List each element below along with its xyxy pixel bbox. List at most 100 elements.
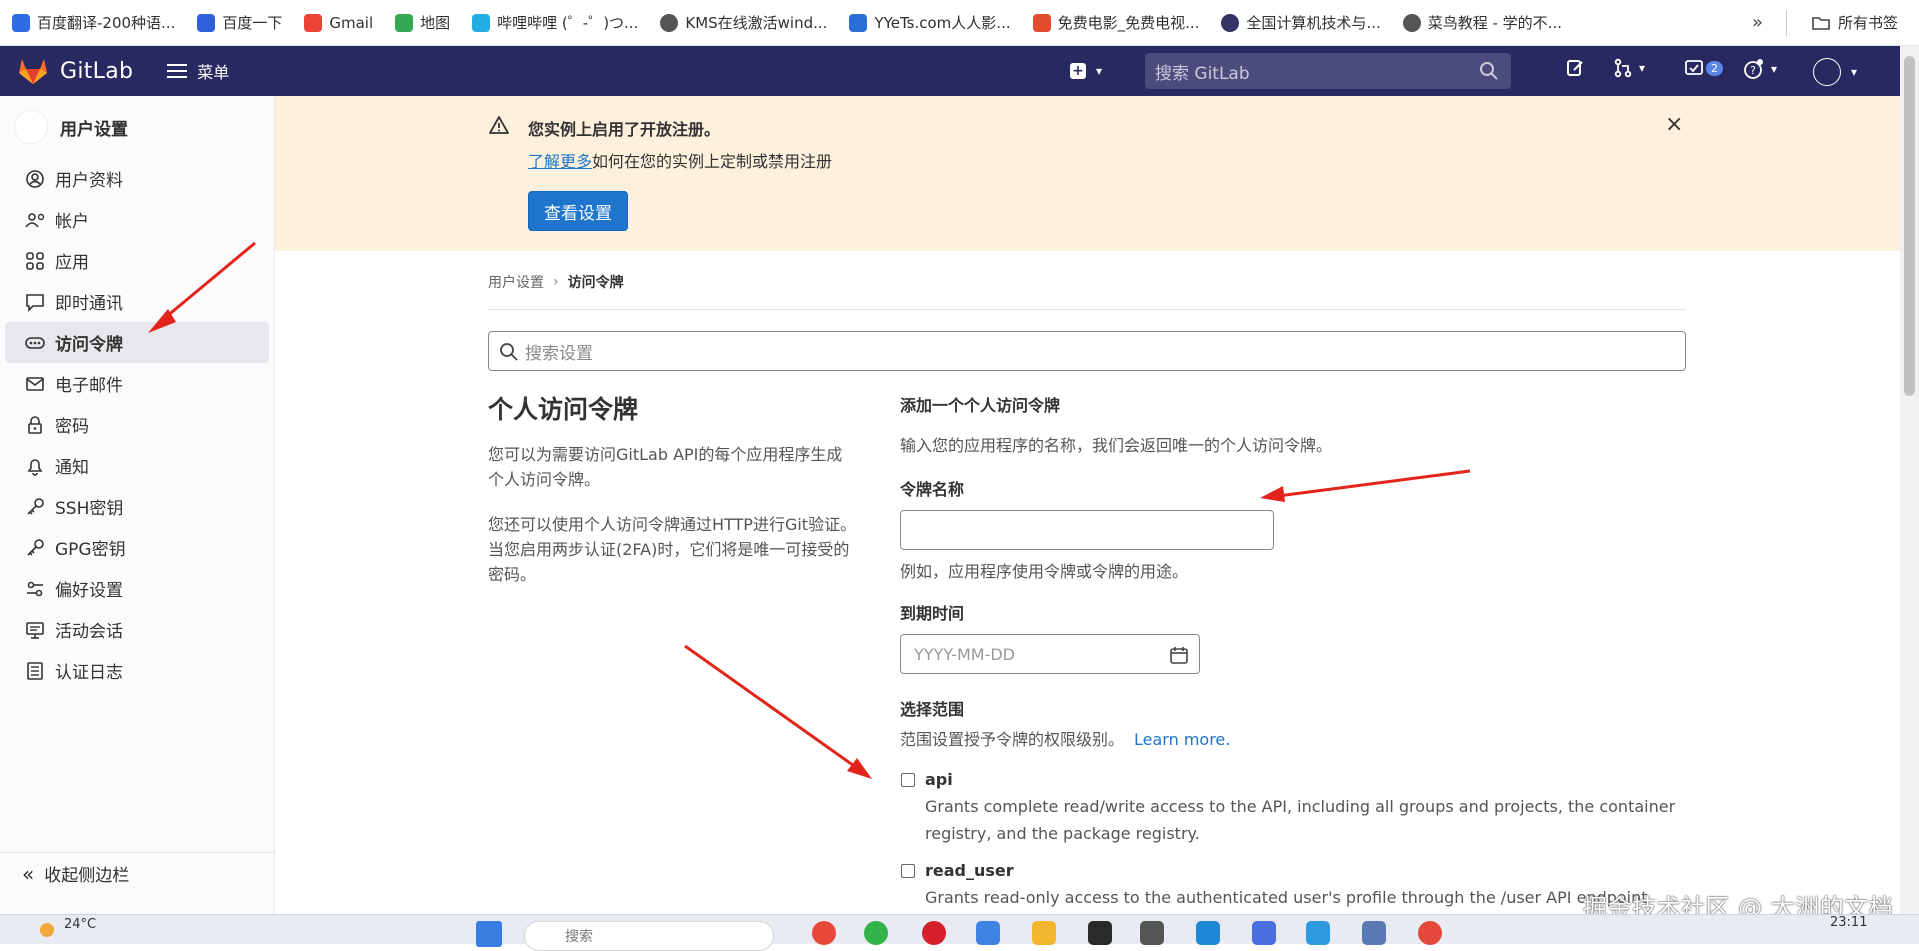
user-menu-button[interactable]: ▾ xyxy=(1813,58,1857,86)
sidebar-item-log[interactable]: 认证日志 xyxy=(5,650,269,691)
double-chevron-left-icon: « xyxy=(22,861,35,886)
scrollbar-thumb[interactable] xyxy=(1904,56,1915,396)
app-icon[interactable] xyxy=(1088,921,1112,945)
weather-temp[interactable]: 24°C xyxy=(64,917,96,932)
sidebar-item-chat[interactable]: 即时通讯 xyxy=(5,281,269,322)
view-settings-button[interactable]: 查看设置 xyxy=(528,191,628,231)
bookmark-item[interactable]: YYeTs.com人人影... xyxy=(849,12,1011,33)
paw-icon xyxy=(197,13,216,32)
bookmark-label: 哔哩哔哩 (゜-゜)つ... xyxy=(497,14,639,32)
sidebar-item-monitor[interactable]: 活动会话 xyxy=(5,609,269,650)
sidebar-item-lock[interactable]: 密码 xyxy=(5,404,269,445)
sidebar-item-account[interactable]: 帐户 xyxy=(5,199,269,240)
close-icon[interactable]: × xyxy=(1665,112,1683,137)
sidebar-item-label: 通知 xyxy=(55,458,89,478)
sidebar-item-token[interactable]: 访问令牌 xyxy=(5,322,269,363)
sidebar-header[interactable]: 用户设置 xyxy=(0,96,274,158)
clock[interactable]: 23:11 xyxy=(1830,915,1867,930)
merge-requests-button[interactable]: ▾ xyxy=(1613,58,1645,78)
bookmarks-bar: 百度翻译-200种语... 百度一下 Gmail 地图 哔哩哔哩 (゜-゜)つ... KM… xyxy=(0,0,1919,46)
sidebar-item-preferences[interactable]: 偏好设置 xyxy=(5,568,269,609)
sidebar-item-profile[interactable]: 用户资料 xyxy=(5,158,269,199)
scope-help: 范围设置授予令牌的权限级别。 Learn more. xyxy=(900,726,1700,750)
bookmark-item[interactable]: Gmail xyxy=(304,13,373,32)
folder-icon[interactable] xyxy=(1032,921,1056,945)
collapse-sidebar-button[interactable]: « 收起侧边栏 xyxy=(0,852,275,894)
bookmark-item[interactable]: 哔哩哔哩 (゜-゜)つ... xyxy=(472,12,638,33)
search-placeholder: 搜索 GitLab xyxy=(1155,63,1250,84)
sidebar-item-email[interactable]: 电子邮件 xyxy=(5,363,269,404)
app-icon[interactable] xyxy=(1252,921,1276,945)
todos-button[interactable]: 2 xyxy=(1684,58,1723,78)
bookmark-item[interactable]: 地图 xyxy=(395,12,450,33)
browser-icon[interactable] xyxy=(976,921,1000,945)
sidebar-item-label: SSH密钥 xyxy=(55,499,124,519)
chevron-down-icon: ▾ xyxy=(1639,61,1646,75)
help-button[interactable]: ? ▾ xyxy=(1743,58,1777,80)
gitlab-fox-icon xyxy=(19,59,47,84)
scope-checkbox[interactable] xyxy=(901,864,915,878)
sidebar-item-applications[interactable]: 应用 xyxy=(5,240,269,281)
learn-more-link[interactable]: 了解更多 xyxy=(528,152,592,171)
calendar-icon[interactable] xyxy=(1169,645,1189,665)
global-search-input[interactable]: 搜索 GitLab xyxy=(1145,53,1511,89)
vscode-icon[interactable] xyxy=(1196,921,1220,945)
new-dropdown-button[interactable]: + ▾ xyxy=(1070,63,1102,79)
chrome-icon[interactable] xyxy=(812,921,836,945)
wechat-icon[interactable] xyxy=(864,921,888,945)
app-icon[interactable] xyxy=(1362,921,1386,945)
todo-count-badge: 2 xyxy=(1706,60,1723,76)
chrome-icon[interactable] xyxy=(1418,921,1442,945)
settings-search-input[interactable]: 搜索设置 xyxy=(488,331,1686,371)
learn-more-link[interactable]: Learn more. xyxy=(1134,730,1230,749)
bookmark-item[interactable]: 全国计算机技术与... xyxy=(1221,12,1381,33)
sidebar-item-key[interactable]: SSH密钥 xyxy=(5,486,269,527)
expiry-date-input[interactable]: YYYY-MM-DD xyxy=(900,634,1200,674)
bookmark-label: YYeTs.com人人影... xyxy=(874,14,1011,32)
warning-icon xyxy=(489,116,509,134)
bookmark-item[interactable]: 免费电影_免费电视... xyxy=(1032,12,1199,33)
chat-icon xyxy=(25,292,45,312)
bookmark-label: 菜鸟教程 - 学的不... xyxy=(1427,14,1562,32)
key-icon xyxy=(25,497,45,517)
globe-icon xyxy=(660,13,679,32)
scope-option: api Grants complete read/write access to … xyxy=(900,770,1700,847)
brand-name: GitLab xyxy=(60,58,134,84)
scope-name[interactable]: read_user xyxy=(925,861,1700,880)
bookmark-item[interactable]: 百度一下 xyxy=(197,12,282,33)
scope-description: Grants complete read/write access to the… xyxy=(925,797,1676,843)
all-bookmarks-label: 所有书签 xyxy=(1838,14,1899,32)
search-icon xyxy=(500,343,518,361)
bookmark-item[interactable]: 百度翻译-200种语... xyxy=(12,12,175,33)
chevron-down-icon: ▾ xyxy=(1851,65,1858,79)
taskbar-search[interactable]: 搜索 xyxy=(524,921,774,951)
intro-paragraph-2: 您还可以使用个人访问令牌通过HTTP进行Git验证。 当您启用两步认证(2FA)… xyxy=(488,515,857,584)
scope-checkbox[interactable] xyxy=(901,773,915,787)
all-bookmarks-button[interactable]: 所有书签 xyxy=(1812,12,1898,33)
main-menu-button[interactable]: 菜单 xyxy=(167,59,229,83)
issues-button[interactable] xyxy=(1565,58,1585,78)
music-icon[interactable] xyxy=(922,921,946,945)
form-heading: 添加一个个人访问令牌 xyxy=(900,396,1061,415)
banner-text: 了解更多如何在您的实例上定制或禁用注册 xyxy=(528,148,832,172)
form-description: 输入您的应用程序的名称，我们会返回唯一的个人访问令牌。 xyxy=(900,436,1333,455)
sidebar-item-bell[interactable]: 通知 xyxy=(5,445,269,486)
gitlab-logo[interactable]: GitLab xyxy=(18,57,133,85)
bookmarks-more-button[interactable]: » xyxy=(1752,12,1763,33)
bookmark-item[interactable]: KMS在线激活wind... xyxy=(660,12,827,33)
todo-icon xyxy=(1685,60,1703,75)
scope-name[interactable]: api xyxy=(925,770,1700,789)
page-scrollbar[interactable] xyxy=(1900,46,1919,914)
token-name-input[interactable] xyxy=(900,510,1274,550)
os-taskbar: 24°C 搜索 23:11 xyxy=(0,914,1919,951)
chevron-right-icon: › xyxy=(553,274,559,290)
typora-icon[interactable] xyxy=(1140,921,1164,945)
breadcrumb-parent[interactable]: 用户设置 xyxy=(488,272,544,292)
gmail-icon xyxy=(304,13,323,32)
sidebar-item-key[interactable]: GPG密钥 xyxy=(5,527,269,568)
seal-icon xyxy=(1221,13,1240,32)
start-icon[interactable] xyxy=(476,921,502,947)
scope-label: 选择范围 xyxy=(900,700,965,719)
app-icon[interactable] xyxy=(1306,921,1330,945)
bookmark-item[interactable]: 菜鸟教程 - 学的不... xyxy=(1402,12,1562,33)
